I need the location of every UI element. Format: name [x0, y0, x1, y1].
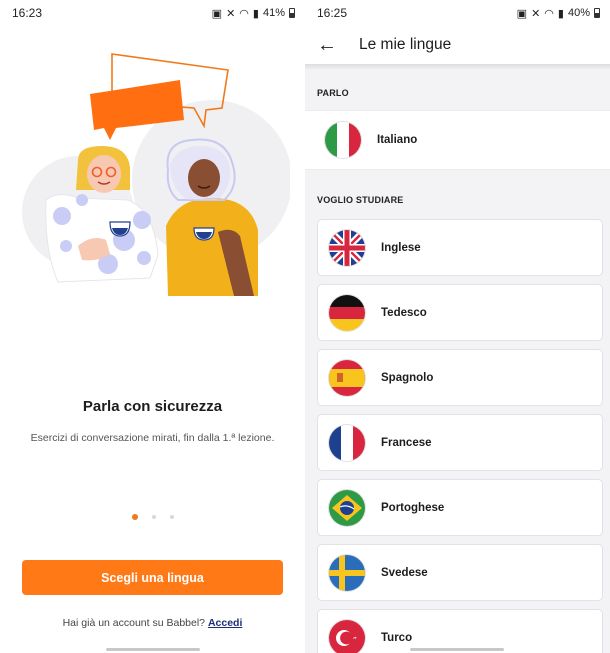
language-name: Svedese — [381, 566, 428, 579]
home-indicator[interactable] — [106, 648, 200, 651]
battery-percent: 40% — [567, 7, 590, 19]
language-card-spagnolo[interactable]: Spagnolo — [317, 349, 603, 406]
france-flag-icon — [329, 424, 365, 461]
language-name: Turco — [381, 631, 413, 644]
battery-percent: 41% — [262, 7, 285, 19]
language-name: Spagnolo — [381, 371, 434, 384]
mute-icon: ✕ — [226, 7, 236, 20]
speak-language-row[interactable]: Italiano — [305, 110, 610, 170]
uk-flag-icon — [329, 229, 365, 266]
notification-icon: ▣ — [211, 7, 223, 20]
language-card-inglese[interactable]: Inglese — [317, 219, 603, 276]
turkey-flag-icon — [329, 619, 365, 653]
notification-icon: ▣ — [516, 7, 528, 20]
language-card-svedese[interactable]: Svedese — [317, 544, 603, 601]
status-time: 16:25 — [317, 6, 348, 20]
onboarding-screen: 16:23 ▣ ✕ ◠ ▮ 41% Parla con sicurezza Es… — [0, 0, 305, 653]
battery-icon — [289, 8, 295, 18]
page-dot[interactable] — [169, 515, 174, 519]
speak-section-label: PARLO — [317, 88, 349, 98]
back-arrow-icon[interactable]: ← — [307, 26, 347, 64]
page-dot-active[interactable] — [131, 514, 138, 520]
language-name: Tedesco — [381, 306, 427, 319]
signal-icon: ▮ — [557, 7, 564, 20]
signal-icon: ▮ — [252, 7, 259, 20]
my-languages-screen: 16:25 ▣ ✕ ◠ ▮ 40% ← Le mie lingue PARLO … — [305, 0, 610, 653]
choose-language-button[interactable]: Scegli una lingua — [22, 560, 283, 595]
status-icons: ▣ ✕ ◠ ▮ 40% — [517, 7, 600, 20]
battery-icon — [594, 8, 600, 18]
status-bar: 16:23 ▣ ✕ ◠ ▮ 41% — [0, 0, 305, 26]
spain-flag-icon — [329, 359, 365, 396]
page-indicator — [0, 514, 305, 520]
mute-icon: ✕ — [531, 7, 541, 20]
language-name: Portoghese — [381, 501, 445, 514]
status-bar: 16:25 ▣ ✕ ◠ ▮ 40% — [305, 0, 610, 26]
onboarding-subtext: Esercizi di conversazione mirati, fin da… — [30, 432, 275, 444]
speak-language-name: Italiano — [377, 134, 418, 146]
wifi-icon: ◠ — [239, 7, 249, 20]
wifi-icon: ◠ — [544, 7, 554, 20]
login-link[interactable]: Accedi — [208, 617, 242, 629]
sweden-flag-icon — [329, 554, 365, 591]
app-bar: ← Le mie lingue — [305, 26, 610, 64]
page-dot[interactable] — [151, 515, 156, 519]
app-bar-shadow — [305, 64, 610, 70]
conversation-illustration — [22, 53, 290, 296]
language-card-tedesco[interactable]: Tedesco — [317, 284, 603, 341]
study-section-label: VOGLIO STUDIARE — [317, 195, 404, 205]
language-card-turco[interactable]: Turco — [317, 609, 603, 653]
language-name: Francese — [381, 436, 432, 449]
language-card-francese[interactable]: Francese — [317, 414, 603, 471]
language-name: Inglese — [381, 241, 421, 254]
login-prompt-text: Hai già un account su Babbel? — [62, 617, 206, 629]
home-indicator[interactable] — [410, 648, 504, 651]
status-icons: ▣ ✕ ◠ ▮ 41% — [212, 7, 295, 20]
language-card-portoghese[interactable]: Portoghese — [317, 479, 603, 536]
login-prompt-row: Hai già un account su Babbel? Accedi — [0, 617, 305, 629]
status-time: 16:23 — [12, 6, 43, 20]
onboarding-headline: Parla con sicurezza — [82, 398, 223, 415]
page-title: Le mie lingue — [359, 36, 452, 53]
brazil-flag-icon — [329, 489, 365, 526]
germany-flag-icon — [329, 294, 365, 331]
italy-flag-icon — [325, 122, 361, 158]
